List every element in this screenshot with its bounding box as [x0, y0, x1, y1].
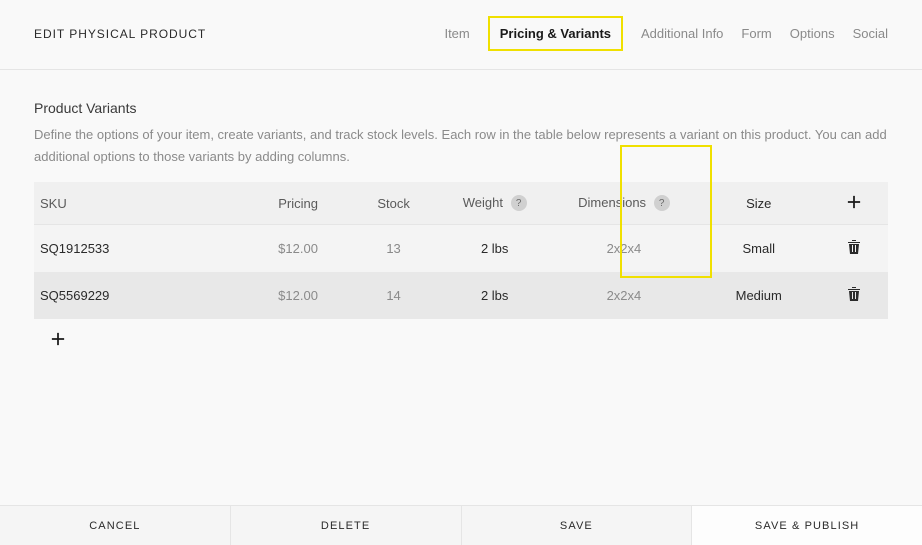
- tab-social[interactable]: Social: [853, 22, 888, 45]
- add-column-button[interactable]: [846, 194, 862, 210]
- help-icon[interactable]: ?: [511, 195, 527, 211]
- table-row[interactable]: SQ1912533 $12.00 13 2 lbs 2x2x4 Small: [34, 225, 888, 273]
- section-title: Product Variants: [34, 100, 888, 116]
- column-header-sku[interactable]: SKU: [34, 182, 248, 225]
- plus-icon: [51, 332, 65, 346]
- column-header-pricing[interactable]: Pricing: [248, 182, 349, 225]
- help-icon[interactable]: ?: [654, 195, 670, 211]
- cancel-button[interactable]: CANCEL: [0, 506, 231, 545]
- cell-size[interactable]: Small: [697, 225, 821, 273]
- tab-pricing-variants[interactable]: Pricing & Variants: [488, 16, 623, 51]
- cell-pricing[interactable]: $12.00: [248, 225, 349, 273]
- cell-stock[interactable]: 14: [349, 272, 439, 319]
- column-add: [821, 182, 888, 225]
- column-header-weight[interactable]: Weight ?: [439, 182, 551, 225]
- delete-row-button[interactable]: [847, 286, 861, 302]
- column-header-dimensions-label: Dimensions: [578, 195, 646, 210]
- trash-icon: [847, 239, 861, 255]
- column-header-stock[interactable]: Stock: [349, 182, 439, 225]
- table-row[interactable]: SQ5569229 $12.00 14 2 lbs 2x2x4 Medium: [34, 272, 888, 319]
- column-header-weight-label: Weight: [463, 195, 503, 210]
- variant-table: SKU Pricing Stock Weight ? Dimensions ? …: [34, 182, 888, 319]
- cell-dimensions[interactable]: 2x2x4: [551, 225, 697, 273]
- tab-item[interactable]: Item: [444, 22, 469, 45]
- tab-form[interactable]: Form: [741, 22, 771, 45]
- column-header-dimensions[interactable]: Dimensions ?: [551, 182, 697, 225]
- footer-actions: CANCEL DELETE SAVE SAVE & PUBLISH: [0, 505, 922, 545]
- column-header-size[interactable]: Size: [697, 182, 821, 225]
- add-row-button[interactable]: [50, 331, 66, 347]
- cell-dimensions[interactable]: 2x2x4: [551, 272, 697, 319]
- cell-stock[interactable]: 13: [349, 225, 439, 273]
- tab-additional-info[interactable]: Additional Info: [641, 22, 723, 45]
- delete-button[interactable]: DELETE: [231, 506, 462, 545]
- section-desc: Define the options of your item, create …: [34, 124, 888, 168]
- cell-sku[interactable]: SQ5569229: [34, 272, 248, 319]
- cell-sku[interactable]: SQ1912533: [34, 225, 248, 273]
- plus-icon: [847, 195, 861, 209]
- tab-options[interactable]: Options: [790, 22, 835, 45]
- tabs-nav: Item Pricing & Variants Additional Info …: [444, 16, 888, 51]
- save-button[interactable]: SAVE: [462, 506, 693, 545]
- cell-weight[interactable]: 2 lbs: [439, 225, 551, 273]
- cell-size[interactable]: Medium: [697, 272, 821, 319]
- page-title: EDIT PHYSICAL PRODUCT: [34, 27, 206, 41]
- cell-weight[interactable]: 2 lbs: [439, 272, 551, 319]
- trash-icon: [847, 286, 861, 302]
- delete-row-button[interactable]: [847, 239, 861, 255]
- save-publish-button[interactable]: SAVE & PUBLISH: [692, 506, 922, 545]
- cell-pricing[interactable]: $12.00: [248, 272, 349, 319]
